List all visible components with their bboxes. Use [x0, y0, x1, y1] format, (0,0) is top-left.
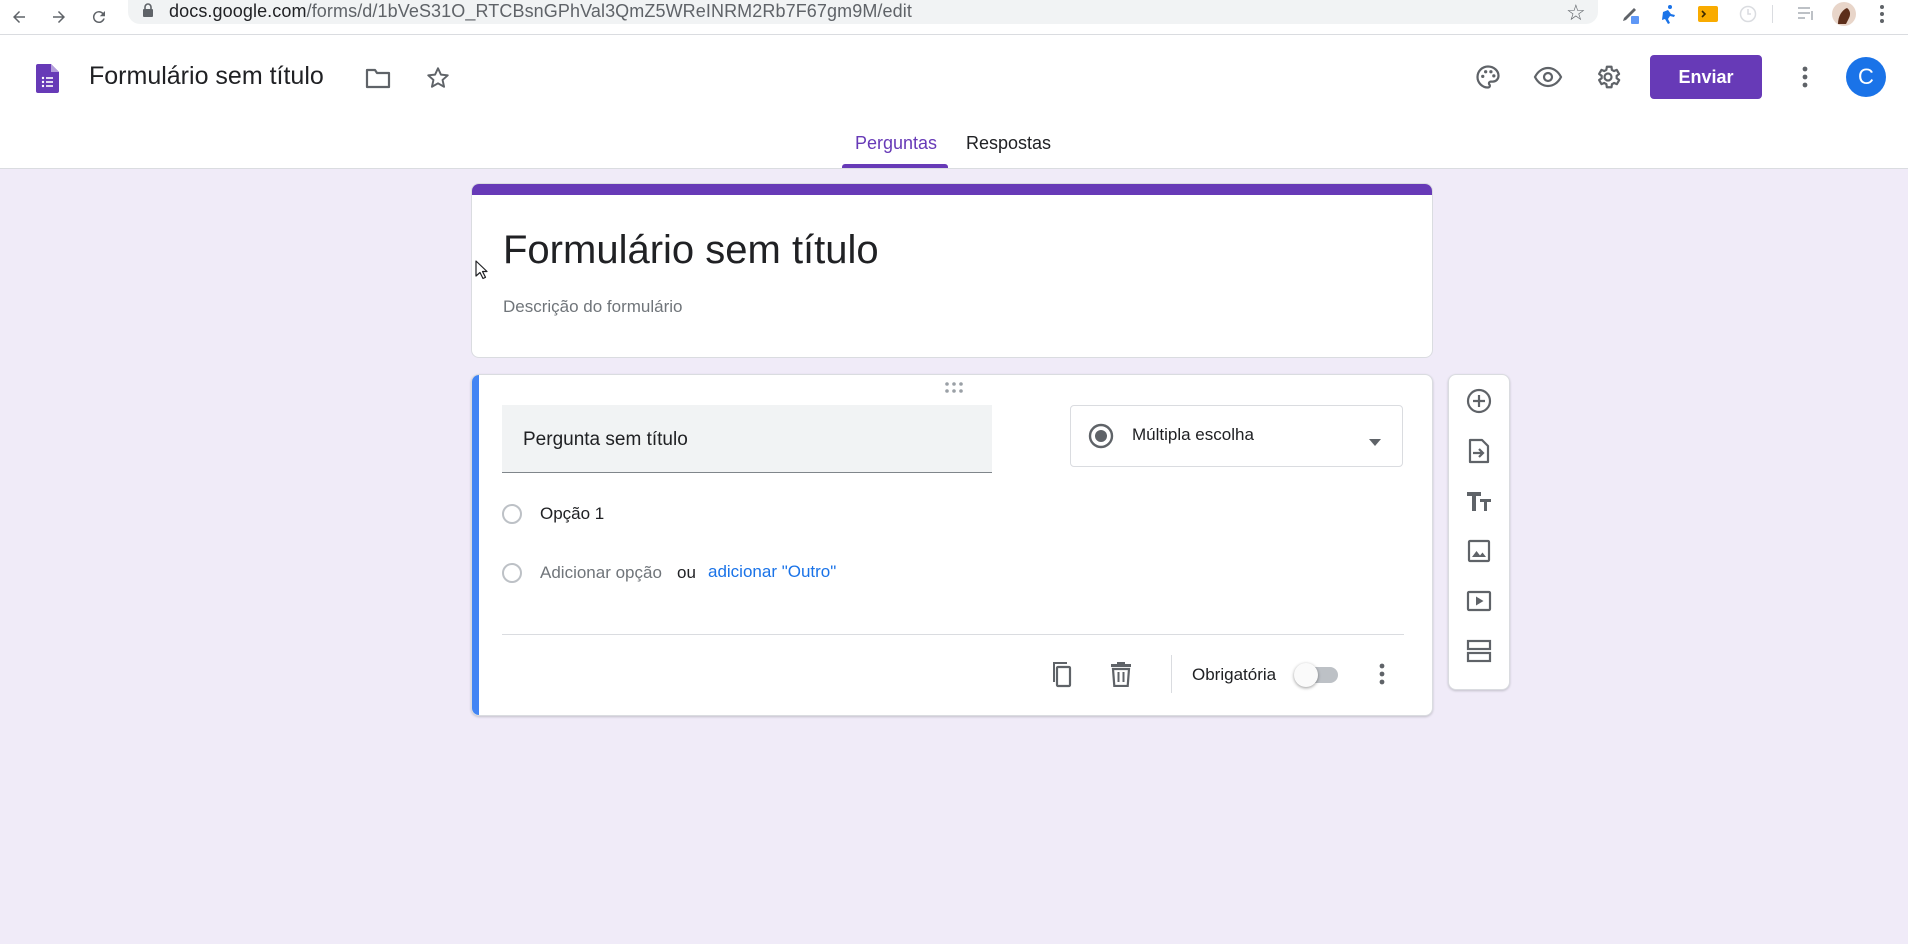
question-side-toolbar	[1448, 374, 1510, 690]
option-radio	[502, 504, 522, 524]
preview-eye-icon[interactable]	[1528, 57, 1568, 97]
extension-terminal-icon[interactable]	[1696, 2, 1720, 26]
settings-gear-icon[interactable]	[1588, 57, 1628, 97]
forms-logo-icon[interactable]	[36, 64, 59, 93]
duplicate-icon[interactable]	[1042, 656, 1078, 692]
extension-runner-icon[interactable]	[1656, 2, 1680, 26]
form-description-input[interactable]: Descrição do formulário	[503, 297, 683, 317]
account-avatar[interactable]: C	[1846, 57, 1886, 97]
active-question-bar	[472, 375, 479, 715]
form-title-input[interactable]: Formulário sem título	[503, 228, 879, 273]
document-title[interactable]: Formulário sem título	[89, 62, 324, 91]
add-image-icon[interactable]	[1460, 532, 1498, 570]
browser-menu-icon[interactable]	[1870, 2, 1894, 26]
add-option-link[interactable]: Adicionar opção	[540, 563, 662, 583]
question-card[interactable]: Pergunta sem título Múltipla escolha Opç…	[471, 374, 1433, 716]
toolbar-separator	[1772, 5, 1773, 23]
profile-avatar-icon[interactable]	[1832, 2, 1856, 26]
palette-icon[interactable]	[1468, 57, 1508, 97]
question-title-field[interactable]: Pergunta sem título	[502, 405, 992, 473]
required-label: Obrigatória	[1192, 665, 1277, 684]
import-questions-icon[interactable]	[1460, 432, 1498, 470]
or-label: ou	[677, 563, 696, 582]
extension-clock-icon[interactable]	[1736, 2, 1760, 26]
question-more-vert-icon[interactable]	[1364, 656, 1400, 692]
tab-responses[interactable]: Respostas	[966, 133, 1051, 154]
add-other-link[interactable]: adicionar "Outro"	[708, 562, 836, 582]
add-section-icon[interactable]	[1460, 632, 1498, 670]
drag-handle-icon[interactable]	[942, 381, 966, 395]
add-video-icon[interactable]	[1460, 582, 1498, 620]
url-text[interactable]: docs.google.com/forms/d/1bVeS31O_RTCBsnG…	[169, 1, 912, 22]
url-path: /forms/d/1bVeS31O_RTCBsnGPhVal3QmZ5WReIN…	[306, 1, 912, 21]
add-question-icon[interactable]	[1460, 382, 1498, 420]
lock-icon	[142, 3, 154, 21]
mouse-cursor-icon	[475, 260, 489, 285]
extension-pen-icon[interactable]	[1618, 2, 1642, 26]
bookmark-star-icon[interactable]: ☆	[1566, 0, 1586, 26]
back-arrow-icon[interactable]	[6, 4, 32, 30]
url-domain: docs.google.com	[169, 1, 307, 21]
option-1-text[interactable]: Opção 1	[540, 504, 604, 524]
question-footer-divider	[502, 634, 1404, 635]
browser-toolbar: docs.google.com/forms/d/1bVeS31O_RTCBsnG…	[0, 0, 1908, 35]
radio-button-checked-icon	[1088, 423, 1114, 454]
active-tab-indicator	[842, 164, 948, 168]
tab-questions[interactable]: Perguntas	[855, 133, 937, 154]
add-option-radio	[502, 563, 522, 583]
question-type-label: Múltipla escolha	[1132, 425, 1254, 444]
more-vert-icon[interactable]	[1785, 57, 1825, 97]
required-toggle-thumb[interactable]	[1294, 663, 1318, 687]
reading-list-icon[interactable]	[1794, 2, 1818, 26]
star-icon[interactable]	[418, 58, 458, 98]
app-header	[0, 35, 1908, 169]
chevron-down-icon	[1369, 433, 1381, 451]
forward-arrow-icon[interactable]	[46, 4, 72, 30]
delete-icon[interactable]	[1103, 656, 1139, 692]
add-title-icon[interactable]	[1460, 482, 1498, 520]
form-title-card: Formulário sem título Descrição do formu…	[471, 183, 1433, 358]
folder-icon[interactable]	[358, 58, 398, 98]
reload-icon[interactable]	[86, 4, 112, 30]
question-type-dropdown[interactable]: Múltipla escolha	[1070, 405, 1403, 467]
question-title-text: Pergunta sem título	[523, 429, 688, 450]
title-card-accent-bar	[472, 184, 1432, 195]
send-button[interactable]: Enviar	[1650, 55, 1762, 99]
footer-vertical-divider	[1171, 655, 1172, 693]
